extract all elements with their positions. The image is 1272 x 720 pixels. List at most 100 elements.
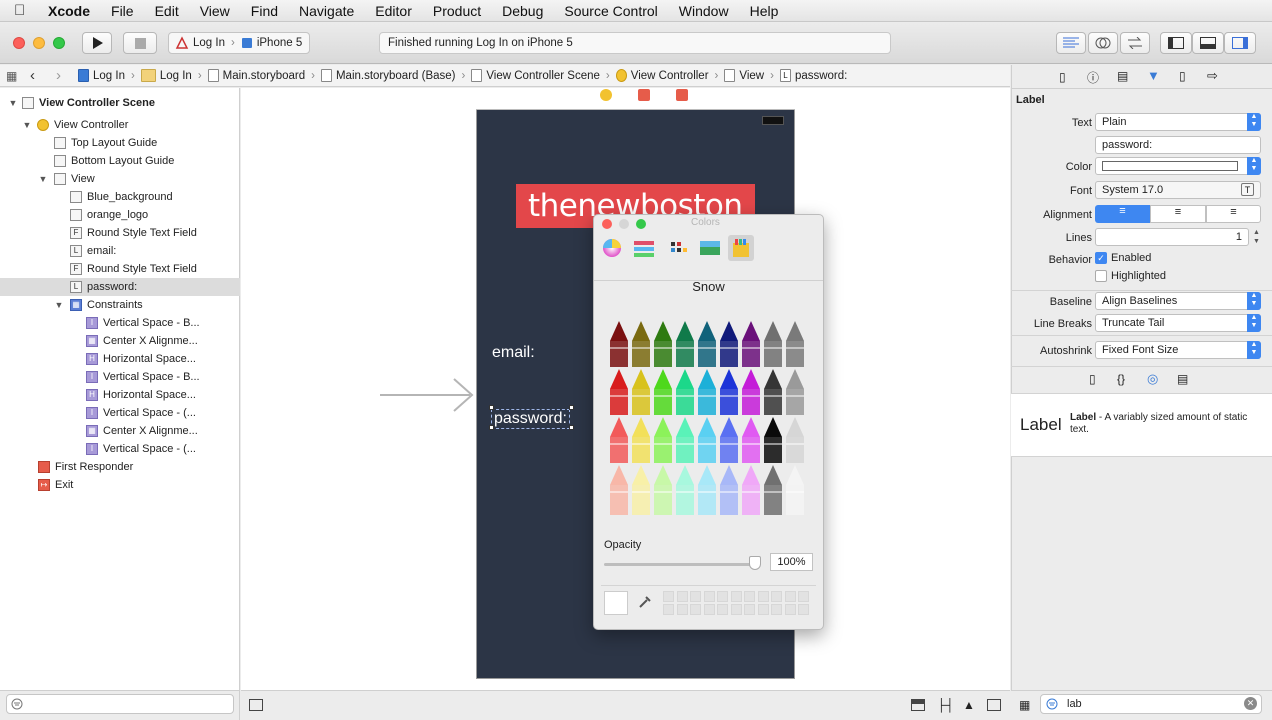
baseline-popup[interactable]: Align Baselines ▲ ▼ [1095, 292, 1261, 310]
size-inspector-icon[interactable]: ▯ [1179, 69, 1186, 83]
crayon[interactable] [764, 369, 782, 415]
disclosure-triangle-icon[interactable]: ▼ [8, 98, 18, 108]
opacity-slider-thumb[interactable] [749, 556, 761, 570]
color-well[interactable] [1102, 161, 1238, 171]
menu-file[interactable]: File [111, 3, 134, 19]
menu-product[interactable]: Product [433, 3, 481, 19]
run-button[interactable] [82, 32, 112, 54]
crayon[interactable] [632, 369, 650, 415]
outline-row-constraint[interactable]: I Vertical Space - (... [0, 404, 240, 422]
crayon[interactable] [610, 321, 628, 367]
crayon[interactable] [786, 417, 804, 463]
zoom-panel-button[interactable] [636, 219, 646, 229]
crayon[interactable] [632, 321, 650, 367]
crayon[interactable] [610, 465, 628, 515]
resize-handle[interactable] [489, 405, 494, 410]
menu-xcode[interactable]: Xcode [48, 3, 90, 19]
color-palettes-tab[interactable] [664, 235, 690, 261]
toggle-navigator-button[interactable] [1160, 32, 1192, 54]
crayon[interactable] [764, 465, 782, 515]
outline-row-first-responder[interactable]: First Responder [0, 458, 240, 476]
crayon[interactable] [632, 465, 650, 515]
crayon[interactable] [632, 417, 650, 463]
align-icon[interactable] [911, 699, 925, 711]
font-picker-icon[interactable]: T [1241, 183, 1254, 196]
align-center-button[interactable]: ≡ [1150, 205, 1206, 223]
custom-swatch[interactable] [663, 591, 674, 602]
pin-icon[interactable]: ├┤ [937, 698, 954, 712]
breadcrumb-label[interactable]: Lpassword: [779, 69, 847, 82]
outline-row-constraint[interactable]: H Horizontal Space... [0, 350, 240, 368]
highlighted-checkbox[interactable] [1095, 270, 1107, 282]
crayon[interactable] [764, 321, 782, 367]
menu-edit[interactable]: Edit [155, 3, 179, 19]
library-filter-field[interactable]: lab ✕ [1040, 694, 1262, 714]
custom-swatch[interactable] [676, 591, 688, 602]
breadcrumb-view-controller[interactable]: View Controller › [615, 69, 718, 82]
align-left-button[interactable]: ≡ [1095, 205, 1150, 223]
custom-swatch[interactable] [757, 604, 769, 615]
crayon[interactable] [742, 417, 760, 463]
outline-row-password-label[interactable]: Lpassword: [0, 278, 240, 296]
crayon[interactable] [720, 417, 738, 463]
document-outline-toggle-icon[interactable] [249, 699, 263, 711]
outline-row-constraint[interactable]: I Vertical Space - (... [0, 440, 240, 458]
lines-stepper[interactable]: ▲ ▼ [1253, 228, 1261, 246]
outline-row-constraints[interactable]: ▼ ▦ Constraints [0, 296, 240, 314]
crayons-tab[interactable] [728, 235, 754, 261]
custom-swatch[interactable] [717, 604, 728, 615]
assistant-editor-button[interactable] [1088, 32, 1118, 54]
custom-swatch[interactable] [784, 591, 796, 602]
crayon[interactable] [720, 321, 738, 367]
crayon[interactable] [698, 321, 716, 367]
align-right-button[interactable]: ≡ [1206, 205, 1261, 223]
scheme-selector[interactable]: Log In › iPhone 5 [168, 32, 310, 54]
crayon[interactable] [720, 369, 738, 415]
autoshrink-popup[interactable]: Fixed Font Size ▲ ▼ [1095, 341, 1261, 359]
version-editor-button[interactable] [1120, 32, 1150, 54]
file-template-library-icon[interactable]: ▯ [1089, 372, 1096, 386]
crayon[interactable] [676, 465, 694, 515]
custom-swatch[interactable] [663, 604, 674, 615]
outline-row-constraint[interactable]: I Vertical Space - B... [0, 368, 240, 386]
email-label[interactable]: email: [492, 344, 535, 362]
menu-view[interactable]: View [200, 3, 230, 19]
quick-help-icon[interactable]: ⓘ [1087, 69, 1099, 86]
outline-row-view-controller[interactable]: ▼ View Controller [0, 116, 240, 134]
custom-swatch[interactable] [676, 604, 688, 615]
breadcrumb-scene[interactable]: View Controller Scene › [471, 69, 610, 82]
outline-row-orange-logo[interactable]: orange_logo [0, 206, 240, 224]
crayon[interactable] [654, 321, 672, 367]
code-snippet-library-icon[interactable]: {} [1117, 372, 1125, 386]
view-controller-icon[interactable] [600, 89, 612, 101]
outline-row-text-field[interactable]: F Round Style Text Field [0, 224, 240, 242]
crayon-box[interactable] [608, 319, 810, 515]
resize-handle[interactable] [569, 425, 574, 430]
custom-swatch[interactable] [690, 591, 701, 602]
text-content-field[interactable]: password: [1095, 136, 1261, 154]
custom-swatch[interactable] [771, 591, 782, 602]
close-panel-button[interactable] [602, 219, 612, 229]
menu-editor[interactable]: Editor [375, 3, 412, 19]
outline-row-view[interactable]: ▼ View [0, 170, 240, 188]
image-palettes-tab[interactable] [696, 235, 722, 261]
menu-source-control[interactable]: Source Control [564, 3, 657, 19]
crayon[interactable] [786, 369, 804, 415]
custom-swatch[interactable] [771, 604, 782, 615]
forward-arrow-icon[interactable]: › [56, 67, 68, 84]
outline-row-constraint[interactable]: H Horizontal Space... [0, 386, 240, 404]
menu-find[interactable]: Find [251, 3, 278, 19]
file-inspector-icon[interactable]: ▯ [1059, 70, 1066, 84]
stop-button[interactable] [123, 32, 157, 54]
outline-row-constraint[interactable]: ▦ Center X Alignme... [0, 422, 240, 440]
outline-row-text-field[interactable]: F Round Style Text Field [0, 260, 240, 278]
menu-debug[interactable]: Debug [502, 3, 543, 19]
opacity-slider-track[interactable] [604, 563, 756, 566]
resizing-icon[interactable] [987, 699, 1001, 711]
font-field[interactable]: System 17.0 T [1095, 181, 1261, 199]
standard-editor-button[interactable] [1056, 32, 1086, 54]
crayon[interactable] [676, 417, 694, 463]
crayon[interactable] [764, 417, 782, 463]
identity-inspector-icon[interactable]: ▤ [1117, 69, 1128, 83]
minimize-window-button[interactable] [33, 37, 45, 49]
